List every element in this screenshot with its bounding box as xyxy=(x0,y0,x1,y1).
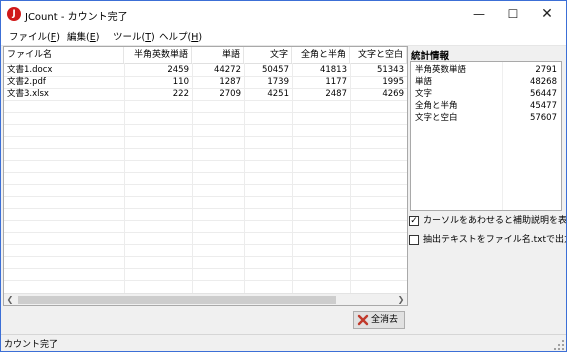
export-checkbox[interactable] xyxy=(409,235,419,245)
grid-line xyxy=(4,172,407,173)
menu-edit[interactable]: 編集(E) xyxy=(67,29,99,43)
menu-tools[interactable]: ツール(T) xyxy=(113,29,155,43)
cell-filename: 文書2.pdf xyxy=(7,77,46,87)
grid-line xyxy=(4,208,407,209)
grid-line xyxy=(4,184,407,185)
resize-grip-icon[interactable] xyxy=(554,340,564,350)
app-logo-icon: J xyxy=(7,7,21,21)
stats-value: 56447 xyxy=(529,89,557,99)
cell-filename: 文書3.xlsx xyxy=(7,89,49,99)
file-list-header: ファイル名 半角英数単語 単語 文字 全角と半角 文字と空白 xyxy=(4,47,407,64)
cell-halfwidth-words: 110 xyxy=(172,77,189,87)
menu-bar: ファイル(F) 編集(E) ツール(T) ヘルプ(H) xyxy=(1,27,566,46)
stats-row[interactable]: 半角英数単語 2791 xyxy=(411,64,561,76)
grid-line xyxy=(4,256,407,257)
stats-row[interactable]: 文字と空白 57607 xyxy=(411,112,561,124)
cell-words: 2709 xyxy=(219,89,241,99)
scrollbar-thumb[interactable] xyxy=(18,296,336,304)
cell-chars-with-spaces: 1995 xyxy=(382,77,404,87)
column-header-words[interactable]: 単語 xyxy=(192,47,244,63)
grid-line xyxy=(4,160,407,161)
table-row[interactable]: 文書3.xlsx 222 2709 4251 2487 4269 xyxy=(4,88,407,100)
cell-characters: 50457 xyxy=(261,65,289,75)
clear-all-button[interactable]: 全消去 xyxy=(353,311,405,329)
column-header-full-half-width[interactable]: 全角と半角 xyxy=(292,47,350,63)
stats-row[interactable]: 単語 48268 xyxy=(411,76,561,88)
tooltip-checkbox[interactable]: ✓ xyxy=(409,216,419,226)
grid-line xyxy=(4,112,407,113)
maximize-button[interactable]: ☐ xyxy=(496,1,530,27)
stats-label: 文字 xyxy=(415,89,433,99)
minimize-button[interactable]: — xyxy=(462,1,496,27)
cell-full-half-width: 1177 xyxy=(325,77,347,87)
stats-label: 文字と空白 xyxy=(415,113,458,123)
grid-line xyxy=(4,100,407,101)
table-row[interactable]: 文書2.pdf 110 1287 1739 1177 1995 xyxy=(4,76,407,88)
grid-line xyxy=(4,148,407,149)
cell-full-half-width: 41813 xyxy=(319,65,347,75)
cell-characters: 1739 xyxy=(267,77,289,87)
grid-line xyxy=(4,268,407,269)
cell-halfwidth-words: 222 xyxy=(172,89,189,99)
cell-filename: 文書1.docx xyxy=(7,65,53,75)
export-option-label[interactable]: 抽出テキストをファイル名.txtで出力 xyxy=(423,234,566,247)
scroll-left-icon[interactable]: ❮ xyxy=(4,294,16,305)
stats-label: 単語 xyxy=(415,77,433,87)
status-bar: カウント完了 xyxy=(1,334,566,351)
cell-chars-with-spaces: 51343 xyxy=(376,65,404,75)
cell-halfwidth-words: 2459 xyxy=(167,65,189,75)
grid-line xyxy=(4,220,407,221)
grid-line xyxy=(4,244,407,245)
cell-words: 44272 xyxy=(213,65,241,75)
table-row[interactable]: 文書1.docx 2459 44272 50457 41813 51343 xyxy=(4,64,407,76)
tooltip-option-label[interactable]: カーソルをあわせると補助説明を表示 xyxy=(423,215,566,228)
menu-file[interactable]: ファイル(F) xyxy=(9,29,60,43)
menu-help[interactable]: ヘルプ(H) xyxy=(159,29,202,43)
close-button[interactable]: ✕ xyxy=(530,1,564,27)
stats-row[interactable]: 全角と半角 45477 xyxy=(411,100,561,112)
grid-line xyxy=(4,196,407,197)
column-header-chars-with-spaces[interactable]: 文字と空白 xyxy=(350,47,407,63)
column-header-halfwidth-words[interactable]: 半角英数単語 xyxy=(124,47,192,63)
cell-words: 1287 xyxy=(219,77,241,87)
stats-label: 全角と半角 xyxy=(415,101,458,111)
window-title: JCount - カウント完了 xyxy=(25,12,128,23)
cell-characters: 4251 xyxy=(267,89,289,99)
grid-line xyxy=(4,232,407,233)
status-text: カウント完了 xyxy=(4,340,59,350)
horizontal-scrollbar[interactable]: ❮ ❯ xyxy=(4,293,407,305)
column-header-characters[interactable]: 文字 xyxy=(244,47,292,63)
stats-row[interactable]: 文字 56447 xyxy=(411,88,561,100)
stats-value: 57607 xyxy=(529,113,557,123)
title-bar: J JCount - カウント完了 — ☐ ✕ xyxy=(1,1,566,27)
grid-line xyxy=(4,136,407,137)
scroll-right-icon[interactable]: ❯ xyxy=(395,294,407,305)
stats-list[interactable]: 半角英数単語 2791 単語 48268 文字 56447 全角と半角 4547… xyxy=(410,61,562,211)
grid-line xyxy=(4,280,407,281)
clear-x-icon xyxy=(357,314,369,326)
stats-value: 2791 xyxy=(535,65,557,75)
app-window: J JCount - カウント完了 — ☐ ✕ ファイル(F) 編集(E) ツー… xyxy=(0,0,567,352)
cell-chars-with-spaces: 4269 xyxy=(382,89,404,99)
stats-value: 48268 xyxy=(529,77,557,87)
stats-title: 統計情報 xyxy=(411,51,450,62)
column-header-filename[interactable]: ファイル名 xyxy=(4,47,124,63)
grid-line xyxy=(4,124,407,125)
file-list[interactable]: ファイル名 半角英数単語 単語 文字 全角と半角 文字と空白 文書1.docx … xyxy=(3,46,408,306)
clear-all-label: 全消去 xyxy=(371,315,399,325)
stats-label: 半角英数単語 xyxy=(415,65,467,75)
stats-value: 45477 xyxy=(529,101,557,111)
cell-full-half-width: 2487 xyxy=(325,89,347,99)
